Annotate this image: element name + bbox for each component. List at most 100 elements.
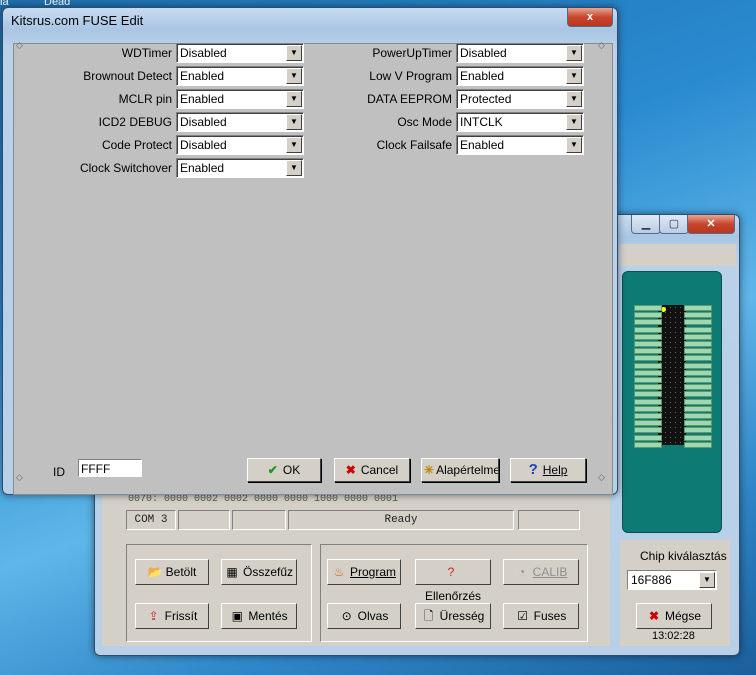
socket-pin (634, 370, 662, 376)
x-icon: ✖ (345, 463, 356, 477)
powerup-timer-select[interactable]: Disabled ▼ (456, 43, 584, 63)
clock-failsafe-select[interactable]: Enabled ▼ (456, 135, 584, 155)
clock-switchover-label: Clock Switchover (79, 161, 172, 175)
program-button[interactable]: ♨ Program (327, 559, 401, 585)
calib-button[interactable]: ◔ CALIB (503, 559, 579, 585)
merge-icon: ▦ (226, 565, 238, 579)
fuses-icon: ☑ (517, 609, 529, 623)
brownout-select[interactable]: Enabled ▼ (176, 66, 304, 86)
data-eeprom-select[interactable]: Protected ▼ (456, 89, 584, 109)
socket-pin (684, 384, 712, 390)
icd2-select[interactable]: Disabled ▼ (176, 112, 304, 132)
merge-button[interactable]: ▦ Összefűz (221, 559, 297, 585)
help-button[interactable]: ? Help (510, 458, 586, 482)
cancel-main-button[interactable]: ✖ Mégse (636, 603, 712, 629)
chevron-down-icon[interactable]: ▼ (566, 114, 582, 130)
ready-status: Ready (288, 510, 514, 530)
clock-failsafe-label: Clock Failsafe (376, 138, 452, 152)
socket-pin (634, 384, 662, 390)
socket-pin (634, 391, 662, 397)
socket-pin (684, 319, 712, 325)
chevron-down-icon[interactable]: ▼ (699, 572, 715, 588)
hex-view-line: 0070: 0000 0002 0002 0000 0000 1000 0000… (128, 494, 399, 505)
socket-pin (684, 413, 712, 419)
refresh-button[interactable]: ⇪ Frissít (135, 603, 209, 629)
socket-pin (684, 363, 712, 369)
chevron-down-icon[interactable]: ▼ (566, 45, 582, 61)
wdtimer-select[interactable]: Disabled ▼ (176, 43, 304, 63)
wdtimer-label: WDTimer (121, 46, 172, 60)
socket-pin (684, 391, 712, 397)
socket-pin (634, 355, 662, 361)
close-button[interactable]: ✕ (687, 215, 735, 234)
chevron-down-icon[interactable]: ▼ (566, 68, 582, 84)
mclr-label: MCLR pin (118, 92, 172, 106)
read-button[interactable]: ⊙ Olvas (327, 603, 401, 629)
socket-pin (684, 399, 712, 405)
socket-pin (634, 442, 662, 448)
blank-check-button[interactable]: 🗋 Üresség (415, 603, 491, 629)
save-button[interactable]: ▣ Mentés (221, 603, 297, 629)
socket-pin (634, 399, 662, 405)
status-bar: COM 3 Ready (126, 510, 582, 530)
low-v-program-label: Low V Program (369, 69, 452, 83)
socket-pin (684, 341, 712, 347)
socket-pin (684, 312, 712, 318)
osc-mode-label: Osc Mode (397, 115, 452, 129)
checkmark-icon: ✔ (267, 463, 278, 477)
sparkle-icon: ✳ (424, 463, 435, 477)
verify-button[interactable]: ?Ellenőrzés (415, 559, 491, 603)
mclr-select[interactable]: Enabled ▼ (176, 89, 304, 109)
socket-pin (684, 420, 712, 426)
clock-readout: 13:02:28 (652, 630, 695, 642)
default-button[interactable]: ✳Alapértelmez (421, 458, 499, 482)
osc-mode-select[interactable]: INTCLK ▼ (456, 112, 584, 132)
progress-cell (518, 510, 580, 530)
code-protect-select[interactable]: Disabled ▼ (176, 135, 304, 155)
dialog-title: Kitsrus.com FUSE Edit (11, 13, 144, 28)
powerup-timer-label: PowerUpTimer (372, 46, 452, 60)
socket-pin (684, 327, 712, 333)
code-protect-label: Code Protect (101, 138, 172, 152)
socket-pin (684, 370, 712, 376)
socket-pin (634, 363, 662, 369)
clock-switchover-select[interactable]: Enabled ▼ (176, 158, 304, 178)
chevron-down-icon[interactable]: ▼ (286, 160, 302, 176)
icd2-label: ICD2 DEBUG (98, 115, 172, 129)
fuse-panel (13, 43, 613, 495)
id-input[interactable]: FFFF (78, 459, 142, 477)
fuses-button[interactable]: ☑ Fuses (503, 603, 579, 629)
read-icon: ⊙ (341, 609, 352, 623)
chip-body (658, 305, 686, 445)
page-icon: 🗋 (423, 609, 434, 623)
socket-pin (684, 435, 712, 441)
socket-pin (684, 427, 712, 433)
socket-pin (634, 348, 662, 354)
load-button[interactable]: 📂 Betölt (135, 559, 209, 585)
ok-button[interactable]: ✔ OK (247, 458, 321, 482)
chevron-down-icon[interactable]: ▼ (566, 137, 582, 153)
socket-pin (684, 355, 712, 361)
socket-pin (684, 334, 712, 340)
socket-pin (684, 348, 712, 354)
socket-pin (634, 327, 662, 333)
scroll-arrow-icon: ◇ (598, 40, 605, 50)
program-icon: ♨ (333, 565, 345, 579)
close-button[interactable]: x (567, 8, 613, 27)
port-status: COM 3 (126, 510, 176, 530)
maximize-button[interactable]: ▢ (659, 215, 689, 234)
disk-icon: ▣ (231, 609, 243, 623)
chip-select-dropdown[interactable]: 16F886 ▼ (627, 570, 717, 590)
socket-pin (634, 341, 662, 347)
socket-pin (634, 377, 662, 383)
chevron-down-icon[interactable]: ▼ (566, 91, 582, 107)
scroll-arrow-icon: ◇ (16, 472, 23, 482)
low-v-program-select[interactable]: Enabled ▼ (456, 66, 584, 86)
scroll-arrow-icon: ◇ (598, 472, 605, 482)
minimize-button[interactable]: ▁ (631, 215, 661, 234)
socket-pin (684, 377, 712, 383)
cancel-button[interactable]: ✖ Cancel (334, 458, 410, 482)
brownout-label: Brownout Detect (83, 69, 172, 83)
toolbar-strip (620, 244, 736, 266)
socket-pin (634, 319, 662, 325)
